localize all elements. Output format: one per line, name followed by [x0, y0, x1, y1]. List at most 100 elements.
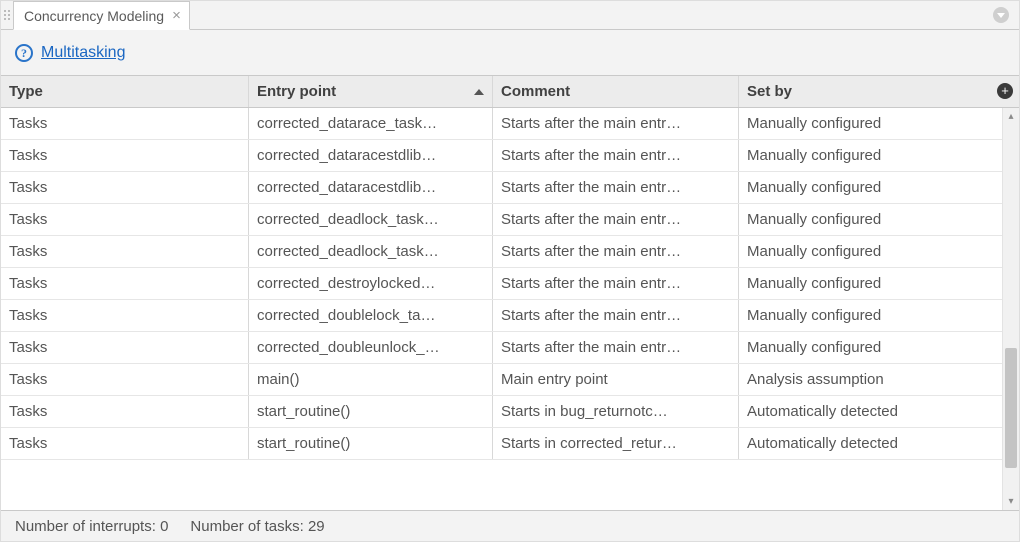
- cell-entry: main(): [249, 364, 493, 395]
- cell-comment-text: Starts after the main entr…: [501, 339, 730, 356]
- multitasking-link[interactable]: Multitasking: [41, 44, 125, 62]
- interrupts-label: Number of interrupts:: [15, 518, 156, 535]
- cell-comment: Main entry point: [493, 364, 739, 395]
- cell-comment-text: Starts after the main entr…: [501, 147, 730, 164]
- tasks-count: Number of tasks: 29: [190, 518, 324, 535]
- cell-setby: Manually configured: [739, 172, 989, 203]
- tab-bar: Concurrency Modeling ×: [1, 1, 1019, 30]
- cell-setby-text: Manually configured: [747, 179, 981, 196]
- cell-comment-text: Starts after the main entr…: [501, 243, 730, 260]
- table-row[interactable]: Tasks corrected_doublelock_ta… Starts afte…: [1, 300, 1002, 332]
- cell-setby-text: Analysis assumption: [747, 371, 981, 388]
- cell-entry-text: corrected_doubleunlock_…: [257, 339, 484, 356]
- cell-entry-text: corrected_destroylocked…: [257, 275, 484, 292]
- cell-type-text: Tasks: [9, 179, 240, 196]
- cell-comment: Starts after the main entr…: [493, 172, 739, 203]
- cell-type-text: Tasks: [9, 275, 240, 292]
- cell-setby-text: Manually configured: [747, 115, 981, 132]
- cell-type: Tasks: [1, 108, 249, 139]
- cell-setby-text: Manually configured: [747, 211, 981, 228]
- add-column-icon[interactable]: +: [997, 83, 1013, 99]
- table-row[interactable]: Tasks corrected_datarace_task… Starts afte…: [1, 108, 1002, 140]
- cell-comment-text: Starts in bug_returnotc…: [501, 403, 730, 420]
- cell-setby-text: Manually configured: [747, 275, 981, 292]
- cell-type: Tasks: [1, 140, 249, 171]
- cell-entry-text: start_routine(): [257, 403, 484, 420]
- cell-setby: Manually configured: [739, 108, 989, 139]
- interrupts-value: 0: [160, 518, 168, 535]
- cell-setby: Manually configured: [739, 236, 989, 267]
- table-row[interactable]: Taskscorrected_doubleunlock_…Starts afte…: [1, 332, 1002, 364]
- cell-type: Tasks: [1, 236, 249, 267]
- table-row[interactable]: Taskscorrected_deadlock_task…Starts afte…: [1, 204, 1002, 236]
- cell-entry: corrected_doublelock_ta…: [249, 300, 493, 331]
- column-header-entry[interactable]: Entry point: [249, 76, 493, 107]
- table-row[interactable]: Tasks corrected_dataracestdlib… Starts aft…: [1, 140, 1002, 172]
- cell-setby-text: Automatically detected: [747, 435, 981, 452]
- cell-comment: Starts after the main entr…: [493, 204, 739, 235]
- cell-comment: Starts after the main entr…: [493, 268, 739, 299]
- cell-comment-text: Starts after the main entr…: [501, 307, 730, 324]
- cell-comment-text: Starts after the main entr…: [501, 115, 730, 132]
- column-header-entry-label: Entry point: [257, 83, 474, 100]
- scroll-up-icon[interactable]: ▴: [1003, 108, 1019, 125]
- cell-entry: corrected_datarace_task…: [249, 108, 493, 139]
- scroll-thumb[interactable]: [1005, 348, 1017, 468]
- column-header-setby[interactable]: Set by: [739, 76, 989, 107]
- tab-concurrency-modeling[interactable]: Concurrency Modeling ×: [13, 1, 190, 30]
- cell-entry: start_routine(): [249, 428, 493, 459]
- interrupts-count: Number of interrupts: 0: [15, 518, 168, 535]
- tasks-label: Number of tasks:: [190, 518, 303, 535]
- cell-setby-text: Manually configured: [747, 307, 981, 324]
- cell-type-text: Tasks: [9, 243, 240, 260]
- cell-entry-text: corrected_dataracestdlib…: [257, 147, 484, 164]
- status-bar: Number of interrupts: 0 Number of tasks:…: [1, 510, 1019, 541]
- cell-entry: start_routine(): [249, 396, 493, 427]
- tab-grip-icon[interactable]: [1, 1, 13, 29]
- cell-setby: Analysis assumption: [739, 364, 989, 395]
- cell-setby: Manually configured: [739, 204, 989, 235]
- table-row[interactable]: Taskscorrected_dataracestdlib…Starts aft…: [1, 172, 1002, 204]
- cell-comment: Starts after the main entr…: [493, 140, 739, 171]
- tasks-table: Type Entry point Comment Set by + Tasksc…: [1, 75, 1019, 510]
- cell-entry-text: main(): [257, 371, 484, 388]
- cell-setby: Manually configured: [739, 332, 989, 363]
- cell-entry: corrected_deadlock_task…: [249, 204, 493, 235]
- concurrency-modeling-panel: Concurrency Modeling × ? Multitasking Ty…: [0, 0, 1020, 542]
- table-row[interactable]: Tasksstart_routine()Starts in bug_return…: [1, 396, 1002, 428]
- help-icon[interactable]: ?: [15, 44, 33, 62]
- column-header-comment[interactable]: Comment: [493, 76, 739, 107]
- cell-entry-text: corrected_doublelock_ta…: [257, 307, 484, 324]
- cell-entry-text: corrected_datarace_task…: [257, 115, 484, 132]
- cell-type: Tasks: [1, 364, 249, 395]
- cell-comment: Starts after the main entr…: [493, 108, 739, 139]
- table-row[interactable]: Tasks corrected_deadlock_task… Starts afte…: [1, 236, 1002, 268]
- table-row[interactable]: Tasks corrected_destroylocked… Starts afte…: [1, 268, 1002, 300]
- cell-type-text: Tasks: [9, 307, 240, 324]
- table-header-row: Type Entry point Comment Set by: [1, 76, 1019, 108]
- cell-setby: Automatically detected: [739, 428, 989, 459]
- cell-setby-text: Manually configured: [747, 243, 981, 260]
- cell-type: Tasks: [1, 300, 249, 331]
- scroll-down-icon[interactable]: ▾: [1003, 493, 1019, 510]
- column-header-setby-label: Set by: [747, 83, 981, 100]
- cell-type-text: Tasks: [9, 435, 240, 452]
- sort-ascending-icon: [474, 89, 484, 95]
- table-row[interactable]: Tasksstart_routine()Starts in corrected_…: [1, 428, 1002, 460]
- cell-type: Tasks: [1, 172, 249, 203]
- column-header-type[interactable]: Type: [1, 76, 249, 107]
- table-row[interactable]: Tasks main() Main entry point Analysis assu…: [1, 364, 1002, 396]
- cell-type-text: Tasks: [9, 371, 240, 388]
- table-body: Tasks corrected_datarace_task… Starts afte…: [1, 108, 1002, 510]
- collapse-panel-icon[interactable]: [993, 7, 1009, 23]
- vertical-scrollbar[interactable]: ▴ ▾: [1002, 108, 1019, 510]
- cell-setby: Automatically detected: [739, 396, 989, 427]
- cell-comment-text: Starts after the main entr…: [501, 179, 730, 196]
- column-header-type-label: Type: [9, 83, 240, 100]
- cell-comment: Starts after the main entr…: [493, 236, 739, 267]
- close-icon[interactable]: ×: [172, 8, 181, 23]
- cell-entry: corrected_deadlock_task…: [249, 236, 493, 267]
- cell-setby-text: Manually configured: [747, 339, 981, 356]
- cell-setby: Manually configured: [739, 268, 989, 299]
- cell-entry-text: start_routine(): [257, 435, 484, 452]
